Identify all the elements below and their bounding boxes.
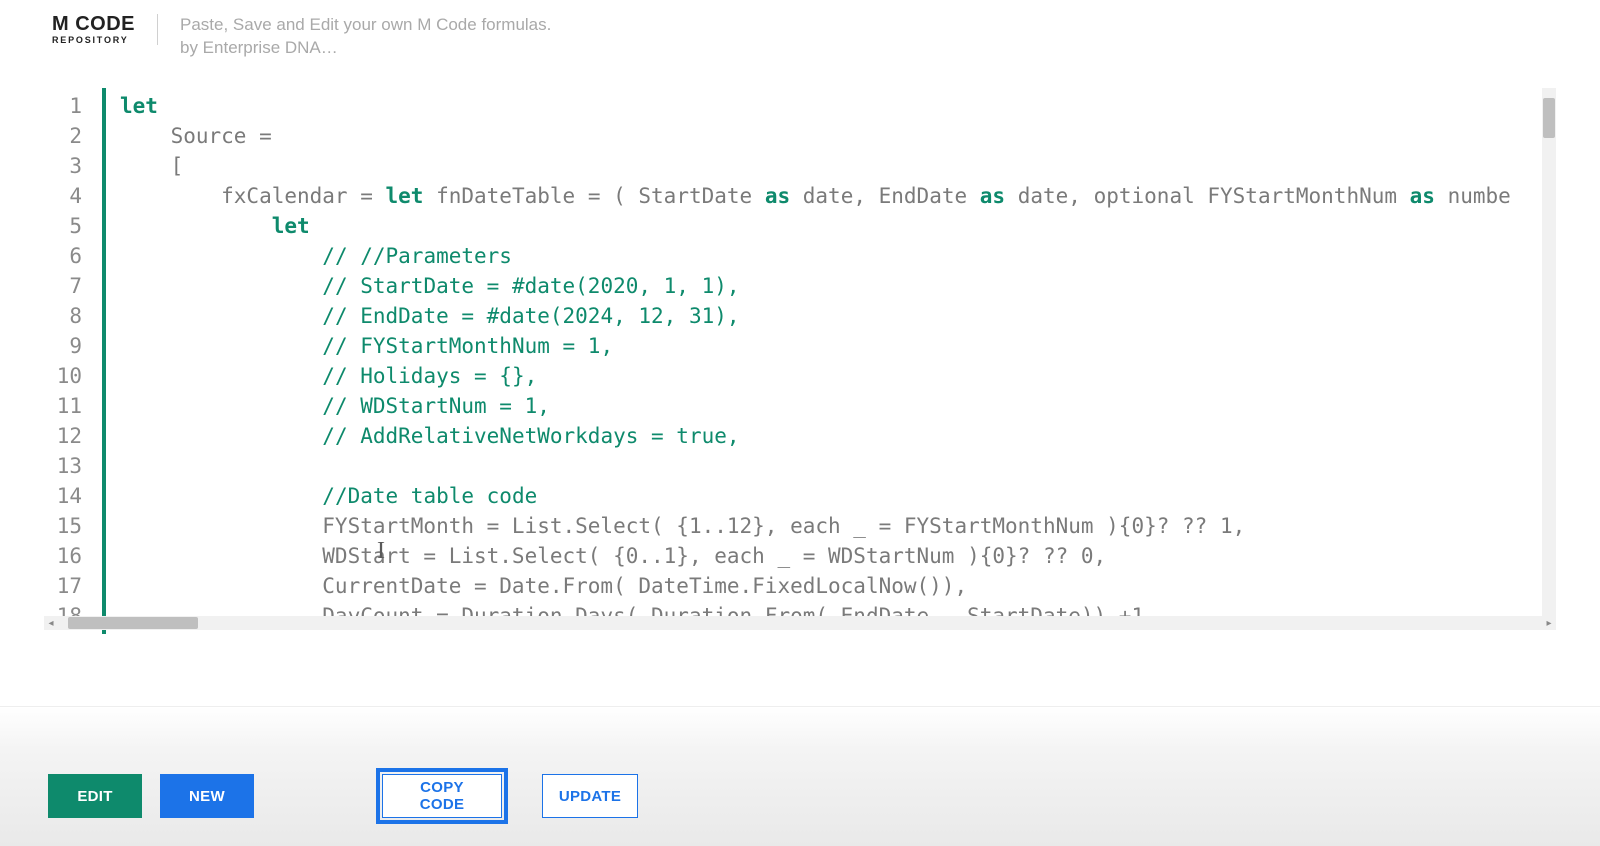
line-number: 2 bbox=[44, 121, 96, 151]
code-line[interactable]: FYStartMonth = List.Select( {1..12}, eac… bbox=[120, 511, 1556, 541]
line-number: 1 bbox=[44, 91, 96, 121]
code-line[interactable]: CurrentDate = Date.From( DateTime.FixedL… bbox=[120, 571, 1556, 601]
code-line[interactable]: fxCalendar = let fnDateTable = ( StartDa… bbox=[120, 181, 1556, 211]
code-line[interactable]: // StartDate = #date(2020, 1, 1), bbox=[120, 271, 1556, 301]
code-line[interactable]: // Holidays = {}, bbox=[120, 361, 1556, 391]
line-number-gutter: 123456789101112131415161718 bbox=[44, 88, 96, 634]
code-line[interactable]: [ bbox=[120, 151, 1556, 181]
vertical-scrollbar-thumb[interactable] bbox=[1543, 98, 1555, 138]
tagline-line-2: by Enterprise DNA… bbox=[180, 37, 551, 60]
line-number: 6 bbox=[44, 241, 96, 271]
line-number: 5 bbox=[44, 211, 96, 241]
code-line[interactable]: let bbox=[120, 211, 1556, 241]
line-number: 14 bbox=[44, 481, 96, 511]
line-number: 8 bbox=[44, 301, 96, 331]
line-number: 7 bbox=[44, 271, 96, 301]
line-number: 4 bbox=[44, 181, 96, 211]
code-editor[interactable]: 123456789101112131415161718 let Source =… bbox=[44, 88, 1556, 634]
code-line[interactable]: //Date table code bbox=[120, 481, 1556, 511]
edit-button[interactable]: EDIT bbox=[48, 774, 142, 818]
vertical-scrollbar[interactable] bbox=[1542, 88, 1556, 630]
code-line[interactable] bbox=[120, 451, 1556, 481]
line-number: 9 bbox=[44, 331, 96, 361]
code-line[interactable]: WDStart = List.Select( {0..1}, each _ = … bbox=[120, 541, 1556, 571]
new-button[interactable]: NEW bbox=[160, 774, 254, 818]
horizontal-scrollbar[interactable]: ◂ ▸ bbox=[44, 616, 1556, 630]
app-tagline: Paste, Save and Edit your own M Code for… bbox=[158, 14, 551, 60]
code-line[interactable]: // //Parameters bbox=[120, 241, 1556, 271]
code-line[interactable]: // AddRelativeNetWorkdays = true, bbox=[120, 421, 1556, 451]
code-line[interactable]: Source = bbox=[120, 121, 1556, 151]
code-line[interactable]: // FYStartMonthNum = 1, bbox=[120, 331, 1556, 361]
logo-subtitle: REPOSITORY bbox=[52, 36, 135, 45]
line-number: 17 bbox=[44, 571, 96, 601]
code-viewport[interactable]: let Source = [ fxCalendar = let fnDateTa… bbox=[106, 88, 1556, 634]
line-number: 15 bbox=[44, 511, 96, 541]
code-line[interactable]: let bbox=[120, 91, 1556, 121]
logo-title: M CODE bbox=[52, 14, 135, 34]
scroll-left-icon[interactable]: ◂ bbox=[44, 616, 58, 630]
footer-toolbar: EDIT NEW COPY CODE UPDATE bbox=[0, 746, 1600, 846]
horizontal-scrollbar-thumb[interactable] bbox=[68, 617, 198, 629]
app-logo: M CODE REPOSITORY bbox=[52, 14, 158, 45]
code-line[interactable]: // EndDate = #date(2024, 12, 31), bbox=[120, 301, 1556, 331]
code-line[interactable]: // WDStartNum = 1, bbox=[120, 391, 1556, 421]
line-number: 13 bbox=[44, 451, 96, 481]
update-button[interactable]: UPDATE bbox=[542, 774, 638, 818]
line-number: 3 bbox=[44, 151, 96, 181]
line-number: 11 bbox=[44, 391, 96, 421]
line-number: 10 bbox=[44, 361, 96, 391]
app-header: M CODE REPOSITORY Paste, Save and Edit y… bbox=[0, 0, 1600, 74]
scroll-right-icon[interactable]: ▸ bbox=[1542, 616, 1556, 630]
tagline-line-1: Paste, Save and Edit your own M Code for… bbox=[180, 14, 551, 37]
code-content[interactable]: let Source = [ fxCalendar = let fnDateTa… bbox=[106, 88, 1556, 631]
line-number: 12 bbox=[44, 421, 96, 451]
copy-code-button[interactable]: COPY CODE bbox=[382, 774, 502, 818]
text-cursor-icon: I bbox=[377, 538, 385, 565]
line-number: 16 bbox=[44, 541, 96, 571]
